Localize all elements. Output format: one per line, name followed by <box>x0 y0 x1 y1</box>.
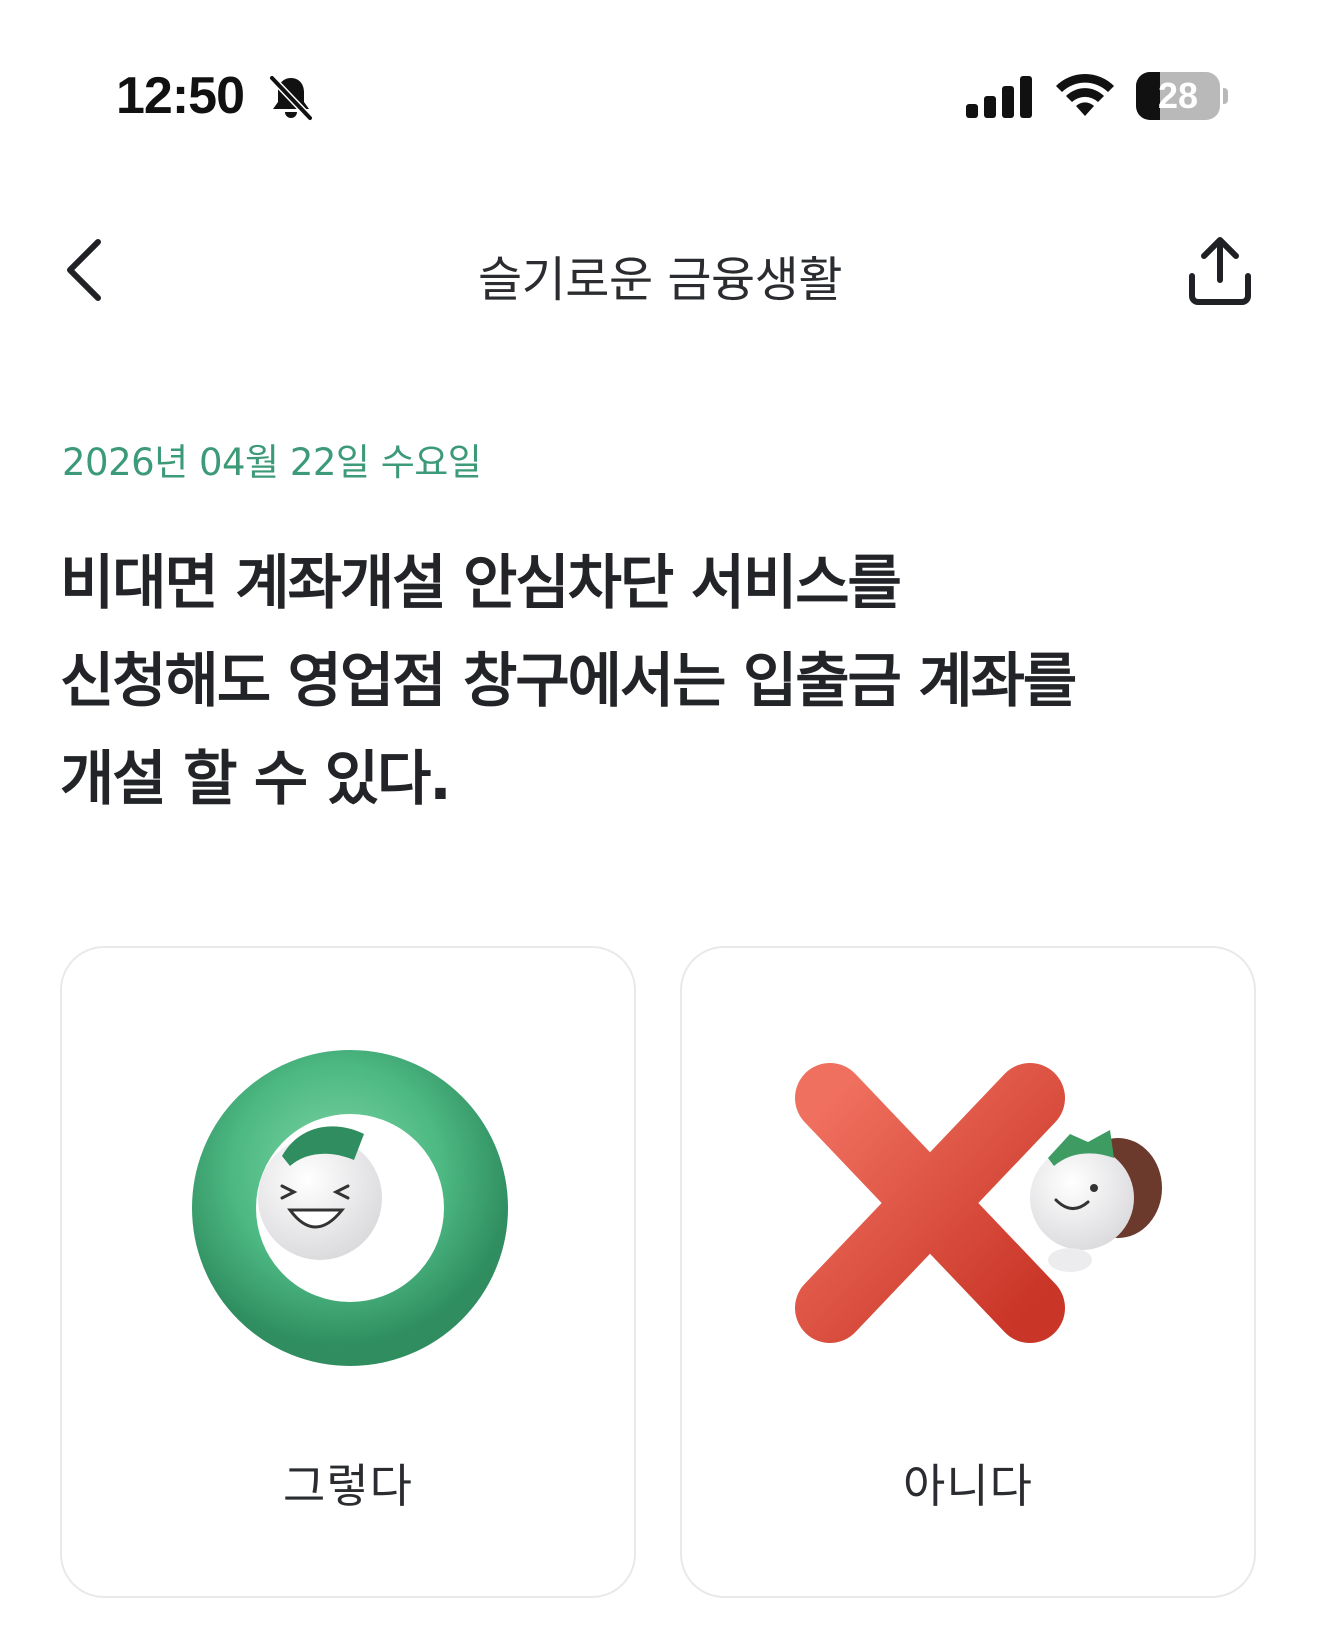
battery-body: 28 <box>1136 72 1220 120</box>
answer-yes-label: 그렇다 <box>283 1459 413 1513</box>
question-line: 개설 할 수 있다. <box>60 744 452 813</box>
share-icon <box>1189 237 1251 305</box>
wifi-icon <box>1056 73 1114 116</box>
page-title: 슬기로운 금융생활 <box>477 252 843 308</box>
x-mark-character-icon <box>795 1063 1162 1343</box>
quiz-screen: 12:50 28 슬기로운 금융생활 2026년 04월 22일 수요일 비대면… <box>0 0 1320 1644</box>
quiz-date: 2026년 04월 22일 수요일 <box>62 441 482 484</box>
share-button[interactable] <box>1182 234 1258 310</box>
answer-yes-button[interactable]: 그렇다 <box>60 946 636 1598</box>
battery-cap <box>1223 88 1228 104</box>
battery-level: 28 <box>1157 75 1199 116</box>
o-ring-character-icon <box>192 1050 508 1366</box>
battery-icon: 28 <box>1136 72 1228 120</box>
nav-bar: 슬기로운 금융생활 <box>0 210 1320 330</box>
status-bar: 12:50 28 <box>0 0 1320 170</box>
cellular-signal-icon <box>966 76 1032 118</box>
question-line: 신청해도 영업점 창구에서는 입출금 계좌를 <box>60 646 1077 715</box>
question-line: 비대면 계좌개설 안심차단 서비스를 <box>60 548 902 617</box>
answer-no-button[interactable]: 아니다 <box>680 946 1256 1598</box>
quiz-question: 비대면 계좌개설 안심차단 서비스를 신청해도 영업점 창구에서는 입출금 계좌… <box>60 534 1270 828</box>
status-time: 12:50 <box>116 67 245 125</box>
answer-no-label: 아니다 <box>903 1459 1033 1513</box>
bell-slash-icon <box>269 75 313 121</box>
